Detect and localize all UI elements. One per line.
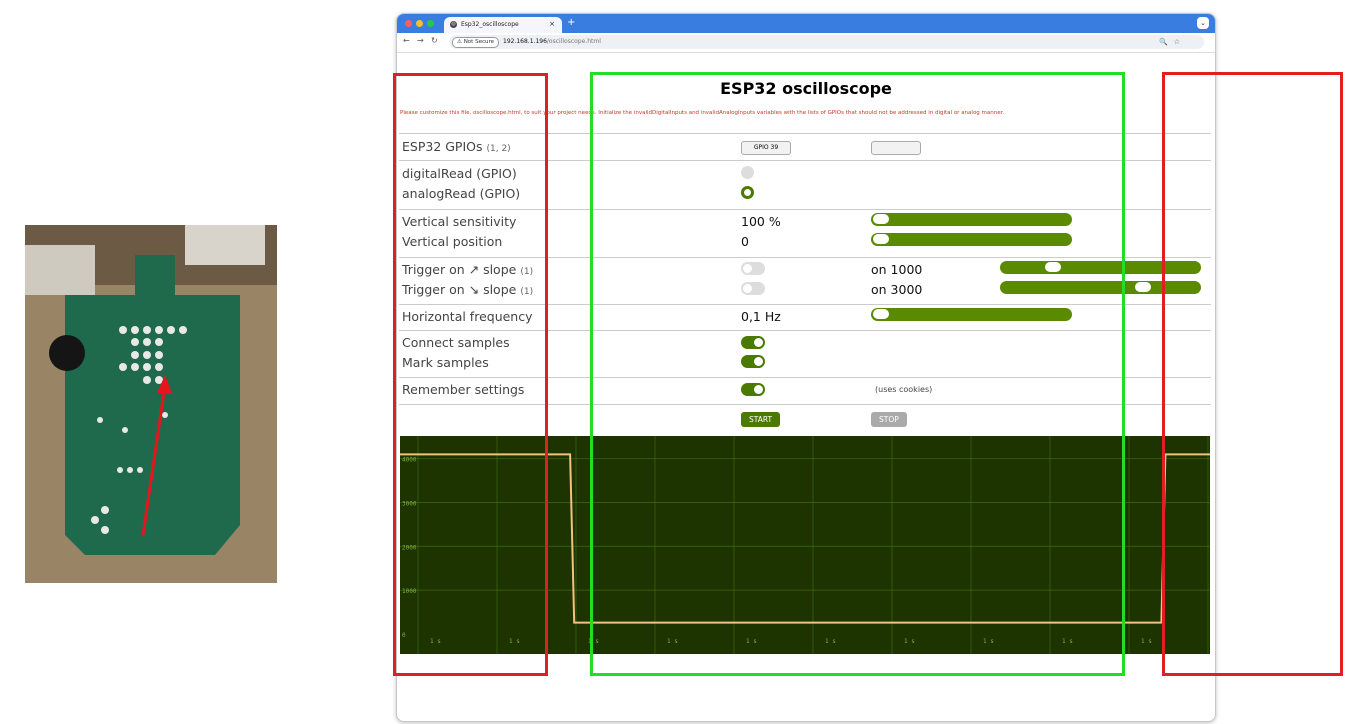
- browser-tab[interactable]: ◎ Esp32_oscilloscope ×: [444, 17, 562, 33]
- new-tab-button[interactable]: +: [567, 17, 575, 28]
- reload-icon[interactable]: ↻: [431, 36, 438, 45]
- globe-icon: ◎: [450, 21, 457, 28]
- url-host: 192.168.1.196: [503, 38, 547, 45]
- tab-bar: ◎ Esp32_oscilloscope × + ⌄: [397, 14, 1215, 33]
- security-chip-label: Not Secure: [463, 39, 494, 45]
- x-tick-label: 1 s: [1141, 638, 1152, 645]
- tab-title: Esp32_oscilloscope: [461, 21, 519, 28]
- tab-search-icon[interactable]: ⌄: [1197, 17, 1209, 29]
- right-highlight-frame: [1162, 72, 1343, 676]
- address-toolbar-icons[interactable]: 🔍☆: [1159, 38, 1186, 46]
- minimize-window-dot[interactable]: [416, 20, 423, 27]
- forward-icon[interactable]: →: [417, 36, 424, 45]
- url-path: /oscilloscope.html: [546, 38, 601, 45]
- close-tab-icon[interactable]: ×: [549, 20, 555, 28]
- zoom-window-dot[interactable]: [427, 20, 434, 27]
- pcb-photo: [25, 225, 277, 583]
- url-text: 192.168.1.196/oscilloscope.html: [503, 38, 601, 45]
- url-field[interactable]: ⚠ Not Secure 192.168.1.196/oscilloscope.…: [449, 35, 1204, 49]
- address-bar: ← → ↻ ⚠ Not Secure 192.168.1.196/oscillo…: [397, 33, 1215, 53]
- close-window-dot[interactable]: [405, 20, 412, 27]
- center-highlight-frame: [590, 72, 1125, 676]
- slider-knob[interactable]: [1135, 282, 1151, 292]
- left-highlight-frame: [393, 73, 548, 676]
- back-icon[interactable]: ←: [403, 36, 410, 45]
- security-chip[interactable]: ⚠ Not Secure: [452, 37, 499, 48]
